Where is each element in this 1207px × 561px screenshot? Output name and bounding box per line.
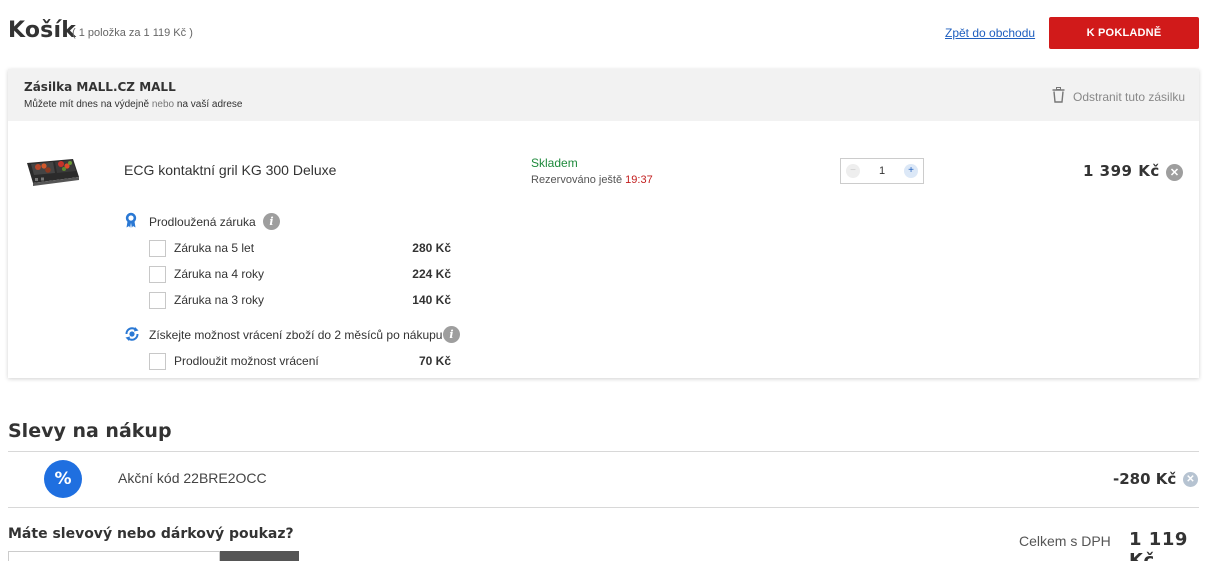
return-arrows-icon	[124, 326, 139, 342]
shipment-title: Zásilka MALL.CZ MALL	[24, 80, 176, 94]
shipment-card: Zásilka MALL.CZ MALL Můžete mít dnes na …	[8, 69, 1199, 378]
divider	[8, 451, 1199, 452]
warranty-4y-price: 224 Kč	[412, 267, 451, 281]
warranty-3y-checkbox[interactable]	[149, 291, 166, 309]
promo-code-label: Akční kód 22BRE2OCC	[118, 470, 267, 486]
shipment-subtitle-part3: na vaší adrese	[176, 99, 243, 110]
product-name[interactable]: ECG kontaktní gril KG 300 Deluxe	[124, 162, 336, 178]
quantity-stepper[interactable]: − 1 +	[840, 158, 924, 184]
warranty-4y-checkbox[interactable]	[149, 265, 166, 283]
trash-icon	[1052, 87, 1065, 106]
discount-amount: -280 Kč	[1113, 470, 1177, 488]
stock-status: Skladem	[531, 156, 578, 170]
shipment-subtitle-part2: nebo	[151, 99, 175, 110]
divider	[8, 507, 1199, 508]
shipment-subtitle: Můžete mít dnes na výdejně nebo na vaší …	[24, 99, 243, 110]
remove-item-close-icon[interactable]: ✕	[1166, 164, 1183, 181]
shipment-header: Zásilka MALL.CZ MALL Můžete mít dnes na …	[8, 69, 1199, 121]
remove-shipment-button[interactable]: Odstranit tuto zásilku	[1052, 87, 1185, 106]
remove-discount-close-icon[interactable]: ✕	[1183, 472, 1198, 487]
plus-icon[interactable]: +	[904, 164, 918, 178]
reservation-info: Rezervováno ještě 19:37	[531, 174, 653, 186]
minus-icon[interactable]: −	[846, 164, 860, 178]
warranty-option-4y[interactable]: Záruka na 4 roky 224 Kč	[149, 265, 451, 283]
warranty-5y-price: 280 Kč	[412, 241, 451, 255]
warranty-5y-checkbox[interactable]	[149, 239, 166, 257]
reserved-time: 19:37	[625, 174, 653, 186]
info-icon[interactable]: i	[263, 213, 280, 230]
return-extension-price: 70 Kč	[418, 354, 451, 368]
warranty-3y-price: 140 Kč	[412, 293, 451, 307]
percent-badge-icon: %	[44, 460, 82, 498]
total-value: 1 119 Kč	[1129, 529, 1188, 561]
voucher-question: Máte slevový nebo dárkový poukaz?	[8, 526, 294, 542]
voucher-code-input[interactable]	[8, 551, 220, 561]
return-service-title: Získejte možnost vrácení zboží do 2 měsí…	[149, 328, 443, 342]
reserved-label: Rezervováno ještě	[531, 174, 623, 186]
grill-product-image[interactable]	[23, 149, 81, 189]
return-extension-checkbox[interactable]	[149, 352, 166, 370]
return-option[interactable]: Prodloužit možnost vrácení 70 Kč	[149, 352, 451, 370]
page-title: Košík	[8, 18, 77, 43]
cart-summary: ( 1 položka za 1 119 Kč )	[72, 27, 193, 39]
checkout-button[interactable]: K POKLADNĚ	[1049, 17, 1199, 49]
shipment-subtitle-part1: Můžete mít dnes na výdejně	[24, 99, 150, 110]
discounts-heading: Slevy na nákup	[8, 420, 172, 442]
back-to-shop-link[interactable]: Zpět do obchodu	[945, 26, 1035, 40]
warranty-option-5y[interactable]: Záruka na 5 let 280 Kč	[149, 239, 451, 257]
return-extension-label: Prodloužit možnost vrácení	[174, 354, 319, 368]
warranty-title: Prodloužená záruka	[149, 215, 256, 229]
quantity-value[interactable]: 1	[879, 165, 885, 177]
warranty-4y-label: Záruka na 4 roky	[174, 267, 265, 281]
total-label: Celkem s DPH	[1019, 533, 1111, 549]
product-price: 1 399 Kč	[1083, 162, 1160, 180]
info-icon[interactable]: i	[443, 326, 460, 343]
remove-shipment-label: Odstranit tuto zásilku	[1073, 89, 1186, 104]
warranty-option-3y[interactable]: Záruka na 3 roky 140 Kč	[149, 291, 451, 309]
apply-voucher-button[interactable]	[220, 551, 299, 561]
warranty-5y-label: Záruka na 5 let	[174, 241, 255, 255]
award-ribbon-icon	[124, 212, 138, 228]
warranty-3y-label: Záruka na 3 roky	[174, 293, 265, 307]
